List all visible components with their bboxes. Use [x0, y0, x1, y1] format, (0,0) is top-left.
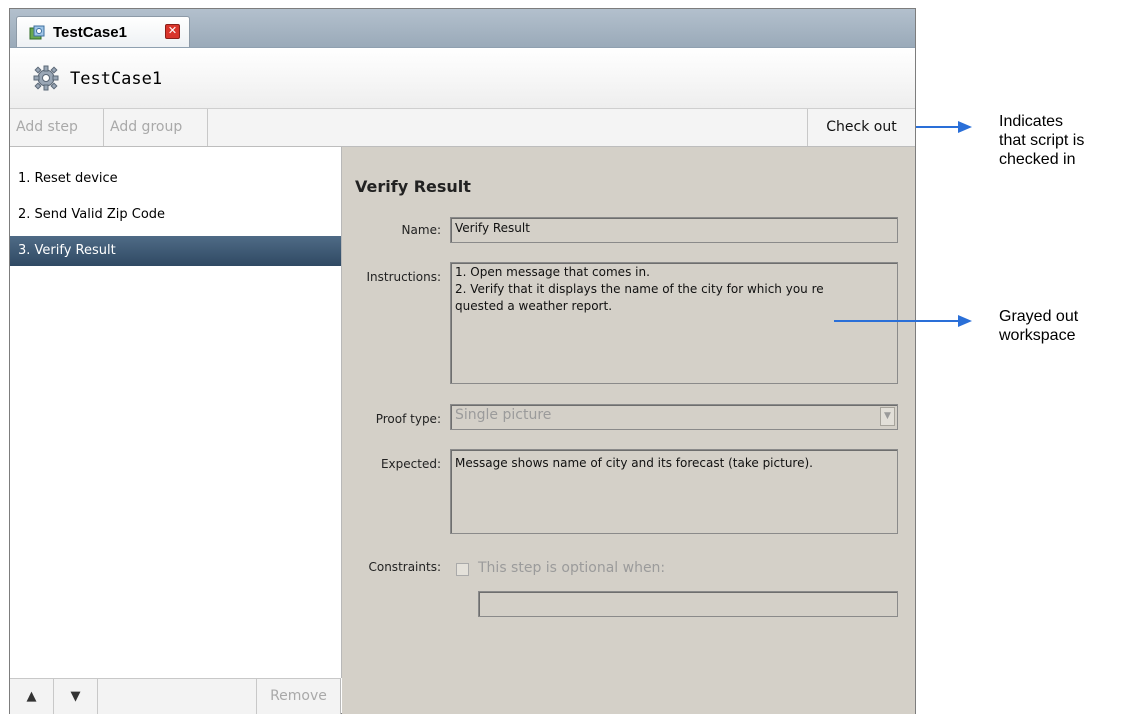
move-up-icon[interactable]: ▲ [10, 679, 54, 714]
optional-checkbox[interactable] [456, 563, 469, 576]
annotation-grayed-out: Grayed out workspace [999, 308, 1079, 344]
step-heading: Verify Result [355, 177, 471, 196]
test-case-icon [29, 25, 45, 40]
annotation-arrow-head [958, 315, 972, 327]
page-title: TestCase1 [70, 69, 163, 89]
expected-label: Expected: [380, 457, 441, 471]
instructions-label: Instructions: [366, 270, 441, 284]
optional-condition-field[interactable] [478, 591, 898, 617]
editor-toolbar: Add step Add group Check out [10, 108, 915, 147]
add-group-button[interactable]: Add group [104, 109, 208, 146]
optional-checkbox-label: This step is optional when: [478, 560, 666, 576]
gear-icon [33, 65, 59, 91]
close-icon[interactable]: ✕ [165, 24, 180, 39]
list-item[interactable]: 2. Send Valid Zip Code [10, 200, 341, 230]
name-field[interactable]: Verify Result [450, 217, 898, 243]
list-item[interactable]: 1. Reset device [10, 164, 341, 194]
remove-button[interactable]: Remove [256, 679, 340, 714]
expected-field[interactable]: Message shows name of city and its forec… [450, 449, 898, 534]
move-down-icon[interactable]: ▼ [54, 679, 98, 714]
name-label: Name: [401, 223, 441, 237]
proof-type-label: Proof type: [375, 412, 441, 426]
test-case-editor: TestCase1 ✕ TestCase1 Add step Add group… [9, 8, 916, 714]
constraints-label: Constraints: [368, 560, 441, 574]
list-item-selected[interactable]: 3. Verify Result [10, 236, 341, 266]
tab-strip: TestCase1 ✕ [10, 9, 915, 48]
step-list: 1. Reset device 2. Send Valid Zip Code 3… [10, 147, 342, 678]
tab-label: TestCase1 [53, 24, 127, 41]
check-out-button[interactable]: Check out [807, 109, 915, 146]
editor-header: TestCase1 [10, 48, 915, 108]
chevron-down-icon[interactable]: ▼ [880, 407, 895, 426]
step-list-actions: ▲ ▼ Remove [10, 678, 341, 714]
add-step-button[interactable]: Add step [10, 109, 104, 146]
proof-type-select[interactable]: Single picture ▼ [450, 404, 898, 430]
proof-type-value: Single picture [455, 407, 552, 423]
instructions-field[interactable]: 1. Open message that comes in. 2. Verify… [450, 262, 898, 384]
annotation-arrow-line [916, 126, 960, 128]
annotation-checked-in: Indicates that script is checked in [999, 113, 1085, 168]
annotation-arrow-line [834, 320, 960, 322]
step-detail-panel: Verify Result Name: Verify Result Instru… [342, 147, 915, 714]
tab-testcase1[interactable]: TestCase1 ✕ [16, 16, 190, 47]
annotation-arrow-head [958, 121, 972, 133]
